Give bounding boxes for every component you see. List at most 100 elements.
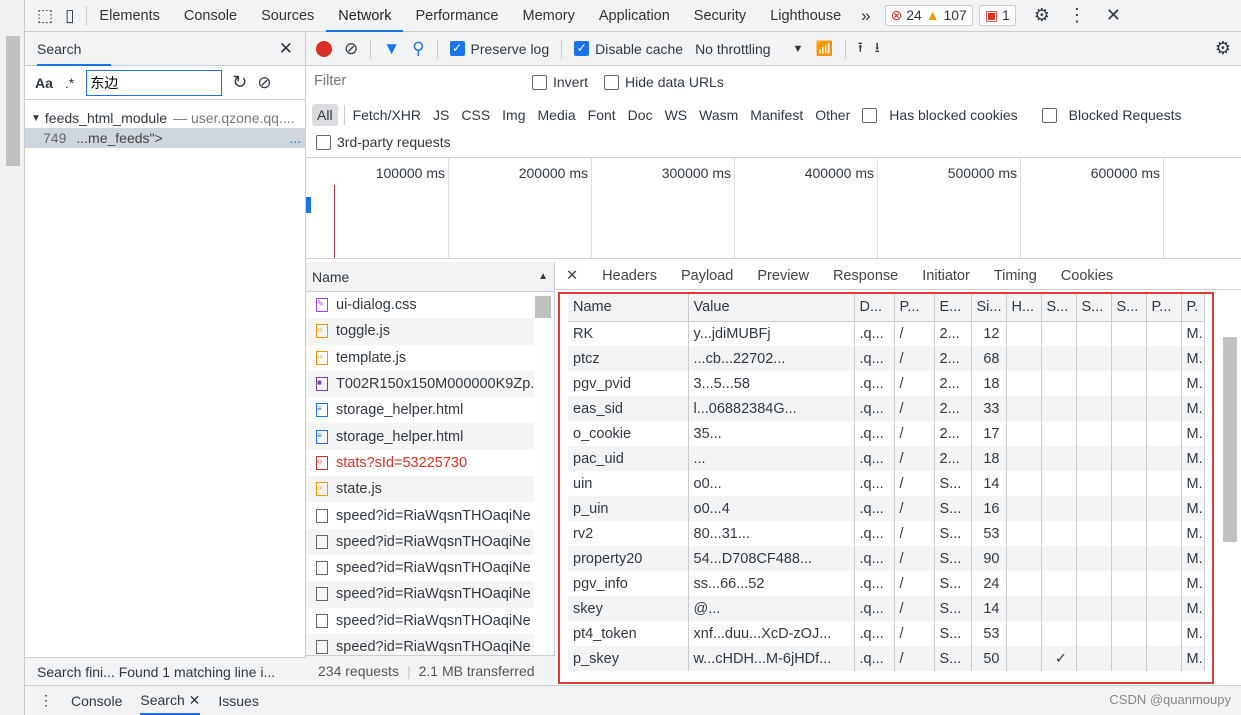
cookie-row[interactable]: eas_sidl...06882384G....q.../2...33 M... [568,396,1205,421]
type-filter-doc[interactable]: Doc [628,107,653,123]
tab-application[interactable]: Application [587,0,682,32]
tab-lighthouse[interactable]: Lighthouse [758,0,853,32]
cookie-column-header[interactable]: H... [1006,294,1042,322]
type-filter-font[interactable]: Font [588,107,616,123]
drawer-tab-console[interactable]: Console [71,693,122,709]
cookie-column-header[interactable]: P... [1146,294,1182,322]
request-row[interactable]: ‹› toggle.js [306,318,534,345]
details-tab-response[interactable]: Response [833,268,898,284]
inspect-element-icon[interactable]: ⬚ [25,6,61,26]
network-settings-icon[interactable]: ⚙ [1215,38,1241,59]
cookie-row[interactable]: skey@....q.../S...14 M... [568,596,1205,621]
details-tab-cookies[interactable]: Cookies [1061,268,1113,284]
refresh-icon[interactable]: ↻ [232,72,247,93]
has-blocked-cookies-checkbox[interactable]: Has blocked cookies [862,107,1029,123]
search-input[interactable] [86,69,223,96]
export-har-icon[interactable]: ⭳ [875,37,880,61]
type-filter-img[interactable]: Img [502,107,525,123]
request-row[interactable]: ■ T002R150x150M000000K9Zp... [306,370,534,398]
import-har-icon[interactable]: ⭱ [858,37,863,61]
request-row[interactable]: speed?id=RiaWqsnTHOaqiNe [306,608,534,634]
request-row[interactable]: ≡ storage_helper.html [306,397,534,423]
type-filter-ws[interactable]: WS [665,107,688,123]
type-filter-other[interactable]: Other [815,107,850,123]
hide-data-urls-checkbox[interactable]: Hide data URLs [604,74,724,90]
details-tab-headers[interactable]: Headers [602,268,657,284]
request-row[interactable]: speed?id=RiaWqsnTHOaqiNe [306,528,534,555]
cookie-row[interactable]: property20 54...D708CF488... .q... / S... 90 M… [568,546,1205,571]
search-result-match[interactable]: 749 ...me_feeds">... [25,128,305,148]
tab-elements[interactable]: Elements [87,0,171,32]
close-devtools-icon[interactable]: ✕ [1106,5,1121,26]
cookie-column-header[interactable]: S... [1111,294,1147,322]
request-row[interactable]: ✎ ui-dialog.css [306,292,534,318]
type-filter-js[interactable]: JS [433,107,449,123]
tab-sources[interactable]: Sources [249,0,326,32]
cookie-row[interactable]: p_skey w...cHDH...M-6jHDf... .q... / S... 50 ✓… [568,646,1205,671]
drawer-menu-icon[interactable]: ⋮ [39,692,53,709]
request-row[interactable]: ‹› stats?sId=53225730 [306,450,534,476]
more-options-icon[interactable]: ⋮ [1068,5,1086,26]
request-row[interactable]: speed?id=RiaWqsnTHOaqiNe [306,581,534,608]
request-list-scrollbar[interactable] [535,296,551,318]
filter-icon[interactable]: ▼ [383,39,400,59]
request-row[interactable]: speed?id=RiaWqsnTHOaqiNe [306,502,534,528]
request-row[interactable]: ≡ storage_helper.html [306,423,534,450]
more-tabs-button[interactable]: » [853,6,878,26]
cookie-row[interactable]: rv280...31....q.../S...53 M... [568,521,1205,546]
clear-search-icon[interactable]: ⊘ [257,73,271,93]
cookie-row[interactable]: RKy...jdiMUBFj.q.../2...12 M... [568,321,1205,346]
record-button[interactable] [316,40,332,57]
cookie-row[interactable]: p_uino0...4.q.../S...16 M... [568,496,1205,521]
network-conditions-icon[interactable]: 📶 [815,40,832,57]
clear-icon[interactable]: ⊘ [344,39,358,59]
cookie-column-header[interactable]: P. [1181,294,1205,322]
request-row[interactable]: speed?id=RiaWqsnTHOaqiNe [306,555,534,581]
details-tab-timing[interactable]: Timing [994,268,1037,284]
tab-network[interactable]: Network [326,0,404,32]
details-tab-preview[interactable]: Preview [757,268,809,284]
cookie-row[interactable]: ptcz...cb...22702....q.../2...68 M... [568,346,1205,371]
type-filter-media[interactable]: Media [538,107,576,123]
cookie-column-header[interactable]: S... [1076,294,1112,322]
cookie-row[interactable]: pac_uid....q.../2...18 M... [568,446,1205,471]
network-overview-timeline[interactable]: 100000 ms 200000 ms 300000 ms 400000 ms 5000… [306,157,1241,259]
type-filter-fetchxhr[interactable]: Fetch/XHR [353,107,421,123]
cookie-row[interactable]: o_cookie35....q.../2...17 M... [568,421,1205,446]
request-row[interactable]: ‹› state.js [306,476,534,503]
cookie-row[interactable]: pgv_infoss...66...52.q.../S...24 M... [568,571,1205,596]
type-filter-wasm[interactable]: Wasm [699,107,738,123]
cookie-row[interactable]: uino0....q.../S...14 M... [568,471,1205,496]
cookie-column-header[interactable]: Si... [971,294,1007,322]
cookies-scrollbar[interactable] [1222,322,1238,642]
cookie-row[interactable]: pt4_token xnf...duu...XcD-zOJ... .q... / S..… [568,621,1205,646]
invert-checkbox[interactable]: Invert [532,74,588,90]
cookie-column-header[interactable]: Name [568,294,689,322]
search-icon[interactable]: ⚲ [412,39,424,59]
regex-button[interactable]: .* [65,75,74,91]
close-search-icon[interactable]: ✕ [279,39,305,59]
scrollbar-thumb[interactable] [6,36,20,166]
error-warning-badge[interactable]: ⊗ 24 ▲ 107 [884,5,973,26]
cookie-column-header[interactable]: D... [854,294,895,322]
close-details-icon[interactable]: ✕ [566,268,578,284]
details-tab-initiator[interactable]: Initiator [922,268,970,284]
type-filter-css[interactable]: CSS [461,107,490,123]
name-column-header[interactable]: Name ▲ [306,262,554,292]
cookie-column-header[interactable]: P... [894,294,935,322]
drawer-tab-search[interactable]: Search ✕ [140,686,201,715]
blocked-requests-checkbox[interactable]: Blocked Requests [1041,107,1194,123]
cookie-column-header[interactable]: Value [688,294,855,322]
request-row[interactable]: ‹› template.js [306,345,534,371]
throttling-select[interactable]: No throttling ▼ [695,41,803,57]
settings-icon[interactable]: ⚙ [1034,5,1050,26]
third-party-checkbox[interactable]: 3rd-party requests [312,134,1235,150]
drawer-tab-issues[interactable]: Issues [218,693,258,709]
device-toolbar-icon[interactable]: ▯ [61,6,86,26]
type-filter-manifest[interactable]: Manifest [750,107,803,123]
tab-console[interactable]: Console [172,0,249,32]
details-tab-payload[interactable]: Payload [681,268,733,284]
page-scrollbar[interactable] [0,0,25,715]
close-drawer-tab-icon[interactable]: ✕ [189,692,201,708]
preserve-log-checkbox[interactable]: ✓ Preserve log [449,41,549,57]
